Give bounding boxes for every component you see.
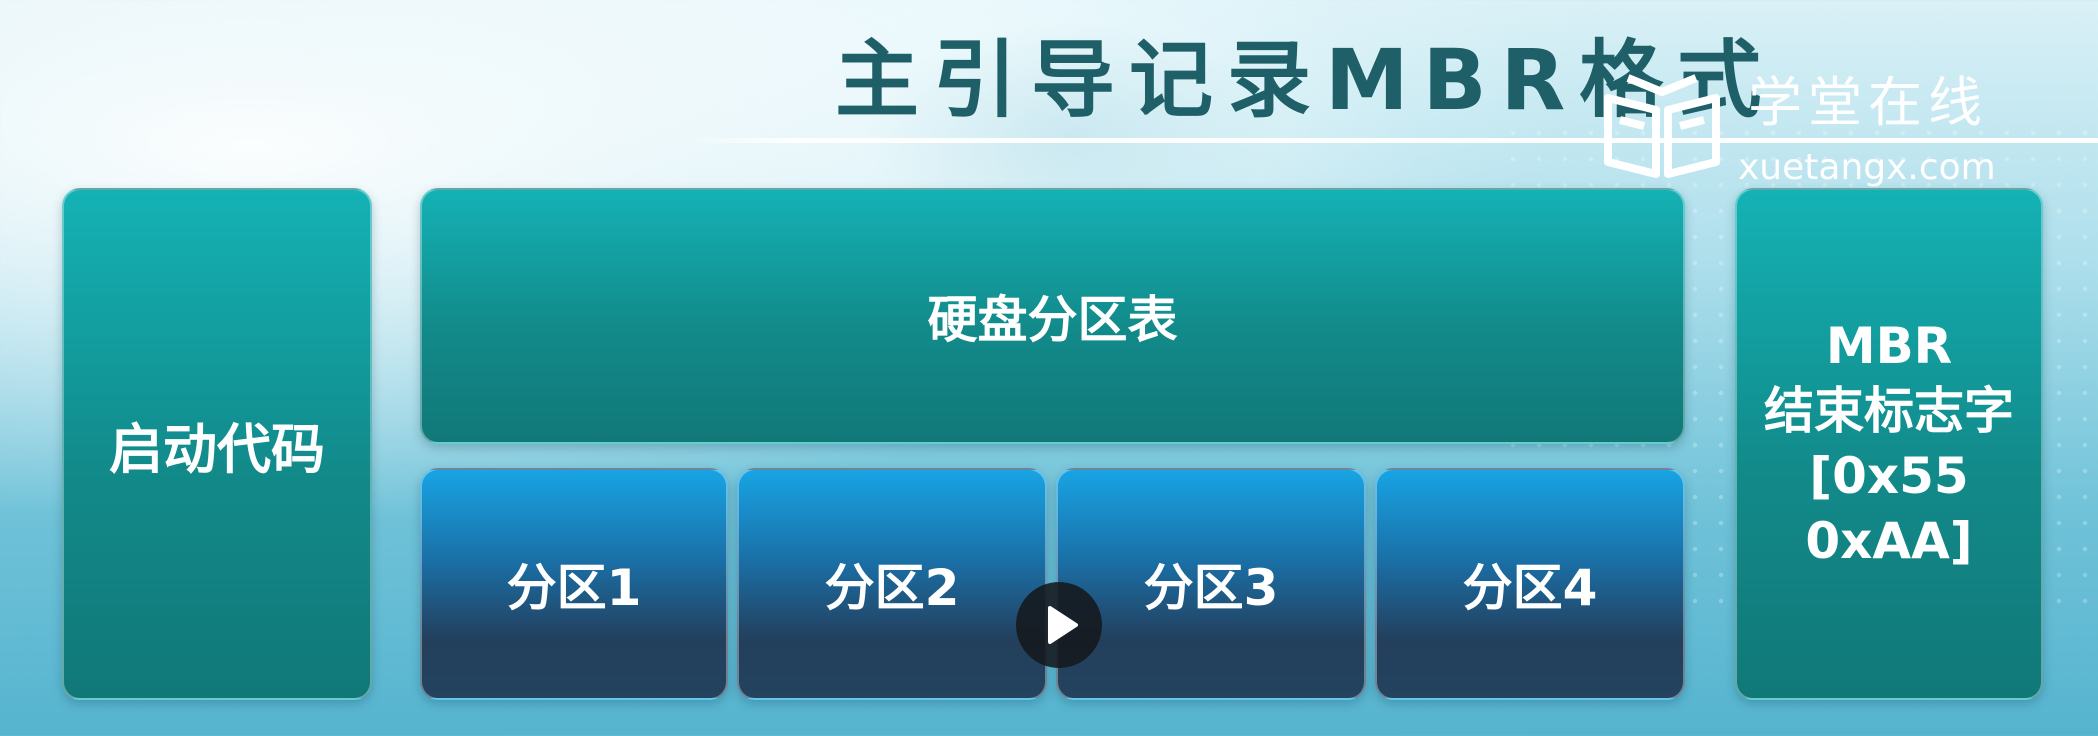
partition-4-block: 分区4 xyxy=(1375,468,1685,700)
boot-code-block: 启动代码 xyxy=(62,188,372,700)
xuetangx-logo: 学堂在线 xuetangx.com xyxy=(1598,70,2078,200)
partition-3-block: 分区3 xyxy=(1056,468,1366,700)
signature-line-2: 结束标志字 xyxy=(1764,382,2014,440)
partition-2-block: 分区2 xyxy=(737,468,1047,700)
mbr-end-signature-block: MBR 结束标志字 [0x55 0xAA] xyxy=(1735,188,2043,700)
signature-line-1: MBR xyxy=(1825,317,1953,375)
play-icon xyxy=(1048,606,1078,644)
video-play-button[interactable] xyxy=(1016,582,1102,668)
signature-line-3: [0x55 xyxy=(1809,447,1969,505)
logo-name-cn: 学堂在线 xyxy=(1748,71,1988,134)
signature-line-4: 0xAA] xyxy=(1805,512,1973,570)
boot-code-label: 启动代码 xyxy=(109,417,325,481)
book-logo-icon xyxy=(1604,74,1720,178)
partition-label: 分区2 xyxy=(824,559,960,617)
partition-table-block: 硬盘分区表 xyxy=(420,188,1685,444)
logo-domain: xuetangx.com xyxy=(1738,147,1996,188)
partition-1-block: 分区1 xyxy=(420,468,728,700)
partition-label: 分区1 xyxy=(506,559,642,617)
partition-label: 分区3 xyxy=(1143,559,1279,617)
partition-table-label: 硬盘分区表 xyxy=(927,291,1178,349)
partition-label: 分区4 xyxy=(1462,559,1598,617)
